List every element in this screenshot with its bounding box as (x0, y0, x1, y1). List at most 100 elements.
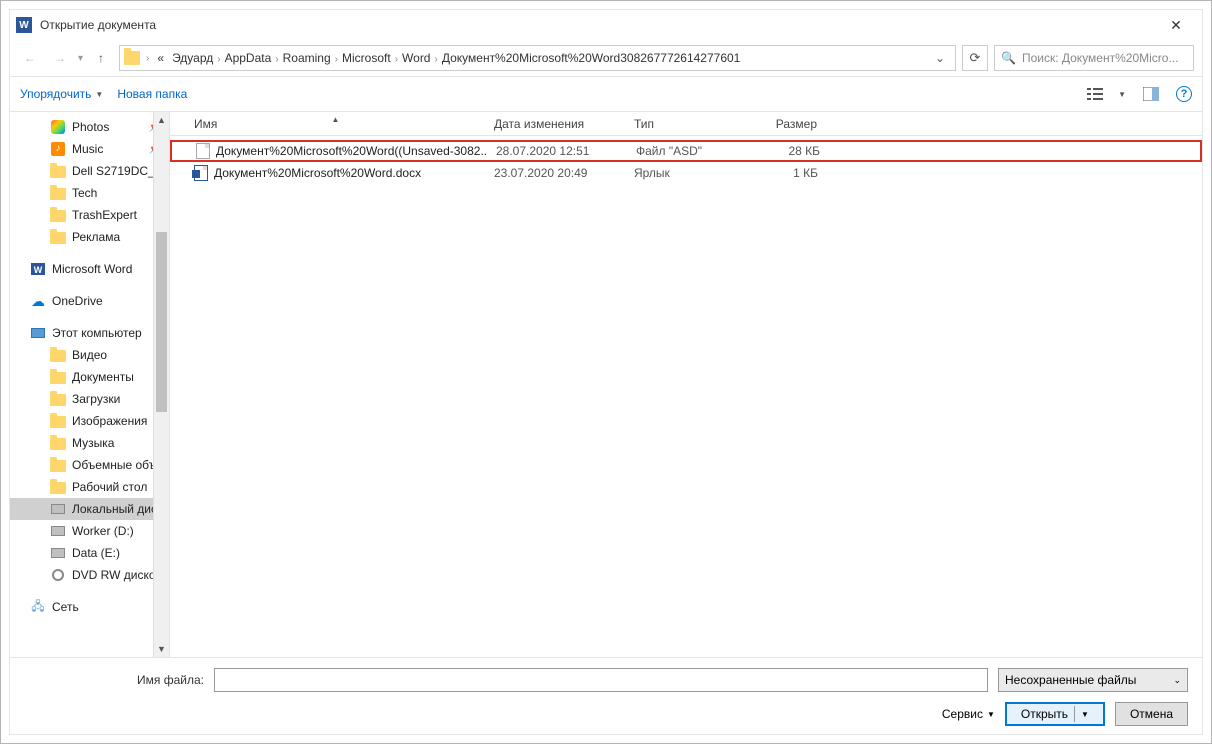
column-date[interactable]: Дата изменения (486, 117, 626, 131)
folder-icon (50, 369, 66, 385)
new-folder-button[interactable]: Новая папка (117, 87, 187, 101)
refresh-button[interactable]: ⟳ (962, 45, 988, 71)
view-options-button[interactable] (1084, 83, 1106, 105)
search-input[interactable]: 🔍 Поиск: Документ%20Micro... (994, 45, 1194, 71)
address-bar[interactable]: › « Эдуард›AppData›Roaming›Microsoft›Wor… (119, 45, 956, 71)
folder-icon (50, 391, 66, 407)
sidebar-item[interactable]: Photos📌 (10, 116, 169, 138)
column-type[interactable]: Тип (626, 117, 746, 131)
column-name[interactable]: ▲ Имя (186, 117, 486, 131)
open-file-dialog: W Открытие документа ✕ ← → ▾ ↑ › « Эдуар… (0, 0, 1212, 744)
sidebar-item[interactable]: Изображения (10, 410, 169, 432)
dvd-icon (50, 567, 66, 583)
sidebar-item[interactable]: Data (E:) (10, 542, 169, 564)
search-icon: 🔍 (1001, 51, 1016, 65)
sidebar-item-label: Tech (72, 186, 97, 200)
sidebar-item-word[interactable]: W Microsoft Word (10, 258, 169, 280)
dialog-title: Открытие документа (40, 18, 1156, 32)
breadcrumb-segment[interactable]: Word (400, 51, 432, 65)
sidebar-item[interactable]: Объемные объ (10, 454, 169, 476)
photos-icon (50, 119, 66, 135)
view-dropdown[interactable]: ▼ (1118, 90, 1126, 99)
nav-forward-button[interactable]: → (48, 46, 72, 70)
file-type: Файл "ASD" (628, 144, 748, 158)
dialog-footer: Имя файла: Несохраненные файлы ⌄ Сервис▼… (10, 657, 1202, 734)
scroll-up-icon[interactable]: ▲ (154, 112, 169, 128)
sidebar-item[interactable]: Рабочий стол (10, 476, 169, 498)
nav-back-button[interactable]: ← (18, 46, 42, 70)
folder-icon (50, 413, 66, 429)
open-button[interactable]: Открыть ▼ (1005, 702, 1105, 726)
file-row[interactable]: Документ%20Microsoft%20Word((Unsaved-308… (170, 140, 1202, 162)
sidebar-item[interactable]: Dell S2719DC_SW (10, 160, 169, 182)
sidebar-item-label: Реклама (72, 230, 120, 244)
file-size: 1 КБ (746, 166, 826, 180)
file-name: Документ%20Microsoft%20Word((Unsaved-308… (216, 144, 488, 158)
sidebar-item-label: DVD RW дисков (72, 568, 162, 582)
folder-icon (50, 457, 66, 473)
column-headers: ▲ Имя Дата изменения Тип Размер (170, 112, 1202, 136)
sidebar-item-label: TrashExpert (72, 208, 137, 222)
file-name: Документ%20Microsoft%20Word.docx (214, 166, 421, 180)
column-size[interactable]: Размер (746, 117, 826, 131)
sidebar-item[interactable]: DVD RW дисков (10, 564, 169, 586)
folder-icon (50, 435, 66, 451)
chevron-right-icon: › (432, 54, 439, 65)
scroll-down-icon[interactable]: ▼ (154, 641, 169, 657)
sidebar-item-thispc[interactable]: Этот компьютер (10, 322, 169, 344)
nav-up-button[interactable]: ↑ (89, 46, 113, 70)
filename-input[interactable] (214, 668, 988, 692)
sidebar-item[interactable]: Tech (10, 182, 169, 204)
sidebar-item[interactable]: TrashExpert (10, 204, 169, 226)
navigation-tree: Photos📌♪Music📌Dell S2719DC_SWTechTrashEx… (10, 112, 170, 657)
sidebar-item[interactable]: ♪Music📌 (10, 138, 169, 160)
file-type-filter[interactable]: Несохраненные файлы ⌄ (998, 668, 1188, 692)
tools-button[interactable]: Сервис▼ (942, 707, 995, 721)
chevron-right-icon: › (333, 54, 340, 65)
preview-pane-button[interactable] (1140, 83, 1162, 105)
word-icon: W (30, 262, 46, 276)
open-split-dropdown[interactable]: ▼ (1081, 710, 1089, 719)
sidebar-item-onedrive[interactable]: ☁ OneDrive (10, 290, 169, 312)
sidebar-item[interactable]: Видео (10, 344, 169, 366)
sidebar-item-network[interactable]: 🖧 Сеть (10, 596, 169, 618)
folder-icon (50, 229, 66, 245)
breadcrumb-segment[interactable]: Документ%20Microsoft%20Word3082677726142… (440, 51, 743, 65)
toolbar: Упорядочить▼ Новая папка ▼ ? (10, 76, 1202, 112)
cancel-button[interactable]: Отмена (1115, 702, 1188, 726)
sidebar-item-label: Документы (72, 370, 134, 384)
file-row[interactable]: Документ%20Microsoft%20Word.docx23.07.20… (170, 162, 1202, 184)
sidebar-item-label: Объемные объ (72, 458, 156, 472)
sidebar-item[interactable]: Локальный дис (10, 498, 169, 520)
nav-recent-dropdown[interactable]: ▾ (78, 53, 83, 64)
sidebar-item-label: Музыка (72, 436, 114, 450)
sidebar-item[interactable]: Worker (D:) (10, 520, 169, 542)
breadcrumb-segment[interactable]: AppData (223, 51, 274, 65)
main-area: Photos📌♪Music📌Dell S2719DC_SWTechTrashEx… (10, 112, 1202, 657)
close-button[interactable]: ✕ (1156, 17, 1196, 34)
sidebar-item[interactable]: Реклама (10, 226, 169, 248)
sidebar-item[interactable]: Документы (10, 366, 169, 388)
breadcrumb-segment[interactable]: Эдуард (170, 51, 215, 65)
sidebar-scrollbar[interactable]: ▲ ▼ (153, 112, 169, 657)
sidebar-item-label: Music (72, 142, 103, 156)
address-dropdown[interactable]: ⌄ (929, 51, 951, 65)
organize-button[interactable]: Упорядочить▼ (20, 87, 103, 101)
music-icon: ♪ (50, 141, 66, 157)
breadcrumb-overflow[interactable]: « (155, 51, 166, 65)
sidebar-item-label: Изображения (72, 414, 147, 428)
breadcrumb-segment[interactable]: Microsoft (340, 51, 393, 65)
help-button[interactable]: ? (1176, 86, 1192, 102)
sidebar-item[interactable]: Загрузки (10, 388, 169, 410)
folder-icon (50, 479, 66, 495)
folder-icon (50, 347, 66, 363)
folder-icon (50, 163, 66, 179)
sidebar-item-label: Рабочий стол (72, 480, 147, 494)
sidebar-item-label: Локальный дис (72, 502, 157, 516)
word-app-icon: W (16, 17, 32, 33)
breadcrumb-segment[interactable]: Roaming (281, 51, 333, 65)
sidebar-item[interactable]: Музыка (10, 432, 169, 454)
sidebar-item-label: Photos (72, 120, 109, 134)
scroll-thumb[interactable] (156, 232, 167, 412)
folder-icon (124, 51, 140, 65)
